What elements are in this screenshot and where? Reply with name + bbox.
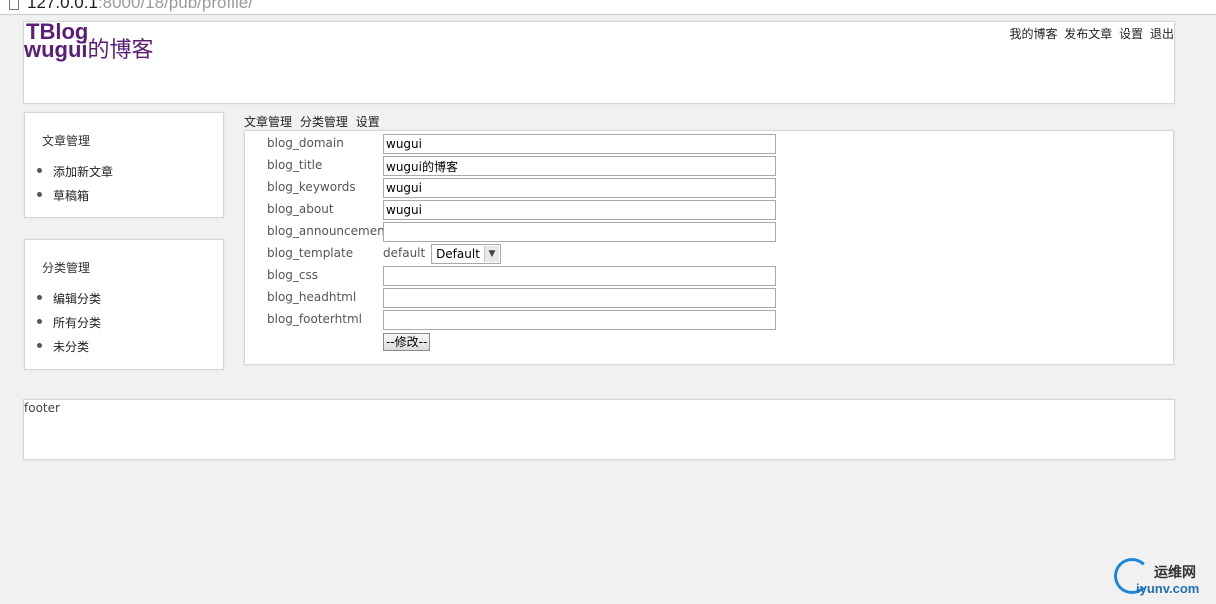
chevron-down-icon: ▼: [483, 245, 499, 262]
form-row-blog-headhtml: blog_headhtml: [245, 287, 845, 308]
bullet-icon: [37, 168, 42, 173]
footer-text: footer: [24, 401, 60, 415]
nav-my-blog[interactable]: 我的博客: [1009, 27, 1057, 41]
current-template-text: default: [383, 246, 426, 260]
form-row-blog-about: blog_about: [245, 199, 845, 220]
bullet-icon: [37, 343, 42, 348]
blog-css-field[interactable]: [383, 266, 776, 286]
sidebar-item-drafts[interactable]: 草稿箱: [53, 189, 89, 203]
tab-category-management[interactable]: 分类管理: [300, 115, 348, 129]
watermark-en: iyunv.com: [1136, 581, 1200, 596]
field-label: blog_css: [267, 268, 319, 282]
blog-footerhtml-field[interactable]: [383, 310, 776, 330]
sidebar-category-management: 分类管理 编辑分类 所有分类 未分类: [24, 239, 224, 370]
settings-form-panel: blog_domain blog_title blog_keywords blo…: [244, 130, 1174, 365]
bullet-icon: [37, 192, 42, 197]
field-label: blog_template: [267, 246, 354, 260]
form-row-blog-css: blog_css: [245, 265, 845, 286]
form-row-blog-title: blog_title: [245, 155, 845, 176]
nav-settings[interactable]: 设置: [1119, 27, 1143, 41]
nav-publish-article[interactable]: 发布文章: [1064, 27, 1112, 41]
tab-settings[interactable]: 设置: [356, 115, 380, 129]
form-row-blog-announcement: blog_announcement: [245, 221, 845, 242]
field-label: blog_domain: [267, 136, 344, 150]
sidebar-article-list: 添加新文章 草稿箱: [37, 160, 113, 208]
blog-title: wugui的博客: [24, 36, 154, 64]
field-label: blog_headhtml: [267, 290, 357, 304]
page-footer: footer: [23, 399, 1175, 460]
blog-announcement-field[interactable]: [383, 222, 776, 242]
top-nav: 我的博客 发布文章 设置 退出: [1006, 25, 1174, 42]
watermark-logo: 运维网 iyunv.com: [1112, 556, 1216, 600]
blog-domain-field[interactable]: [383, 134, 776, 154]
sidebar-item-edit-categories[interactable]: 编辑分类: [53, 292, 101, 306]
template-picker: default Default ▼: [383, 243, 501, 264]
sidebar-item-all-categories[interactable]: 所有分类: [53, 316, 101, 330]
watermark-cn: 运维网: [1154, 565, 1196, 581]
list-item: 草稿箱: [37, 184, 113, 208]
field-label: blog_announcement: [267, 224, 390, 238]
list-item: 未分类: [37, 335, 101, 359]
url-host: 127.0.0.1: [27, 0, 98, 12]
sub-nav: 文章管理 分类管理 设置: [244, 113, 384, 130]
sidebar-section-title: 文章管理: [42, 134, 91, 148]
nav-logout[interactable]: 退出: [1150, 27, 1174, 41]
blog-keywords-field[interactable]: [383, 178, 776, 198]
url-text[interactable]: 127.0.0.1:8000/18/pub/profile/: [27, 0, 253, 13]
submit-button[interactable]: --修改--: [383, 333, 431, 351]
form-row-blog-footerhtml: blog_footerhtml: [245, 309, 845, 330]
sidebar-category-list: 编辑分类 所有分类 未分类: [37, 287, 101, 359]
blog-title-field[interactable]: [383, 156, 776, 176]
blog-title-suffix: 的博客: [87, 37, 154, 62]
form-row-blog-domain: blog_domain: [245, 133, 845, 154]
sidebar-article-management: 文章管理 添加新文章 草稿箱: [24, 112, 224, 218]
template-select[interactable]: Default ▼: [431, 243, 501, 264]
list-item: 编辑分类: [37, 287, 101, 311]
template-select-value: Default: [436, 246, 480, 261]
field-label: blog_footerhtml: [267, 312, 362, 326]
browser-address-bar[interactable]: 127.0.0.1:8000/18/pub/profile/: [0, 0, 1216, 15]
field-label: blog_title: [267, 158, 323, 172]
page-header: TBlog wugui的博客 我的博客 发布文章 设置 退出: [23, 19, 1175, 104]
blog-title-domain: wugui: [24, 37, 88, 62]
list-item: 添加新文章: [37, 160, 113, 184]
field-label: blog_about: [267, 202, 334, 216]
bullet-icon: [37, 319, 42, 324]
tab-article-management[interactable]: 文章管理: [244, 115, 292, 129]
field-label: blog_keywords: [267, 180, 356, 194]
form-row-blog-template: blog_template default Default ▼: [245, 243, 845, 264]
sidebar-item-add-article[interactable]: 添加新文章: [53, 165, 113, 179]
sidebar-item-uncategorized[interactable]: 未分类: [53, 340, 89, 354]
bullet-icon: [37, 295, 42, 300]
form-row-blog-keywords: blog_keywords: [245, 177, 845, 198]
sidebar-section-title: 分类管理: [42, 261, 91, 275]
page-icon: [9, 0, 19, 10]
blog-about-field[interactable]: [383, 200, 776, 220]
url-path: :8000/18/pub/profile/: [97, 0, 253, 12]
list-item: 所有分类: [37, 311, 101, 335]
blog-headhtml-field[interactable]: [383, 288, 776, 308]
